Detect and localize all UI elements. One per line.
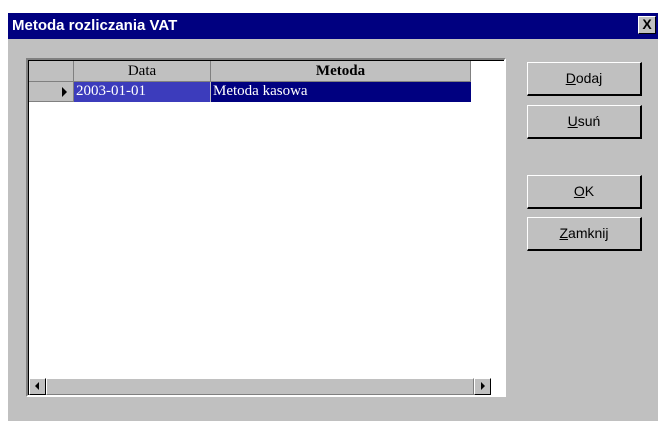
ok-button[interactable]: OK [527, 175, 642, 209]
zamknij-accel: Z [559, 225, 569, 241]
ok-label: K [584, 183, 595, 199]
usun-accel: U [567, 113, 578, 129]
scroll-corner [491, 378, 504, 395]
close-button[interactable]: X [638, 16, 656, 34]
zamknij-label: amknij [568, 225, 609, 241]
usun-label: suń [577, 113, 601, 129]
dodaj-accel: D [565, 70, 576, 86]
scroll-thumb[interactable] [46, 378, 474, 395]
arrow-right-icon [481, 382, 485, 390]
zamknij-button[interactable]: Zamknij [527, 217, 642, 251]
horizontal-scrollbar[interactable] [29, 378, 504, 395]
dodaj-label: odaj [575, 70, 603, 86]
dodaj-button[interactable]: Dodaj [527, 62, 642, 96]
row-indicator[interactable] [29, 82, 74, 102]
title-bar[interactable]: Metoda rozliczania VAT X [8, 13, 658, 39]
scroll-left-button[interactable] [29, 378, 46, 395]
current-row-arrow-icon [62, 87, 67, 97]
method-grid[interactable]: Data Metoda 2003-01-01 Metoda kasowa [26, 58, 506, 397]
scroll-right-button[interactable] [474, 378, 491, 395]
window-title: Metoda rozliczania VAT [12, 17, 178, 34]
arrow-left-icon [35, 382, 39, 390]
dialog-window: Metoda rozliczania VAT X Data Metoda 200… [8, 13, 658, 421]
ok-accel: O [573, 183, 585, 199]
close-icon: X [642, 16, 652, 32]
usun-button[interactable]: Usuń [527, 105, 642, 139]
column-header-data[interactable]: Data [74, 61, 211, 82]
cell-data[interactable]: 2003-01-01 [74, 82, 211, 102]
row-indicator-header [29, 61, 74, 82]
column-header-metoda[interactable]: Metoda [211, 61, 471, 82]
cell-metoda[interactable]: Metoda kasowa [211, 82, 471, 102]
